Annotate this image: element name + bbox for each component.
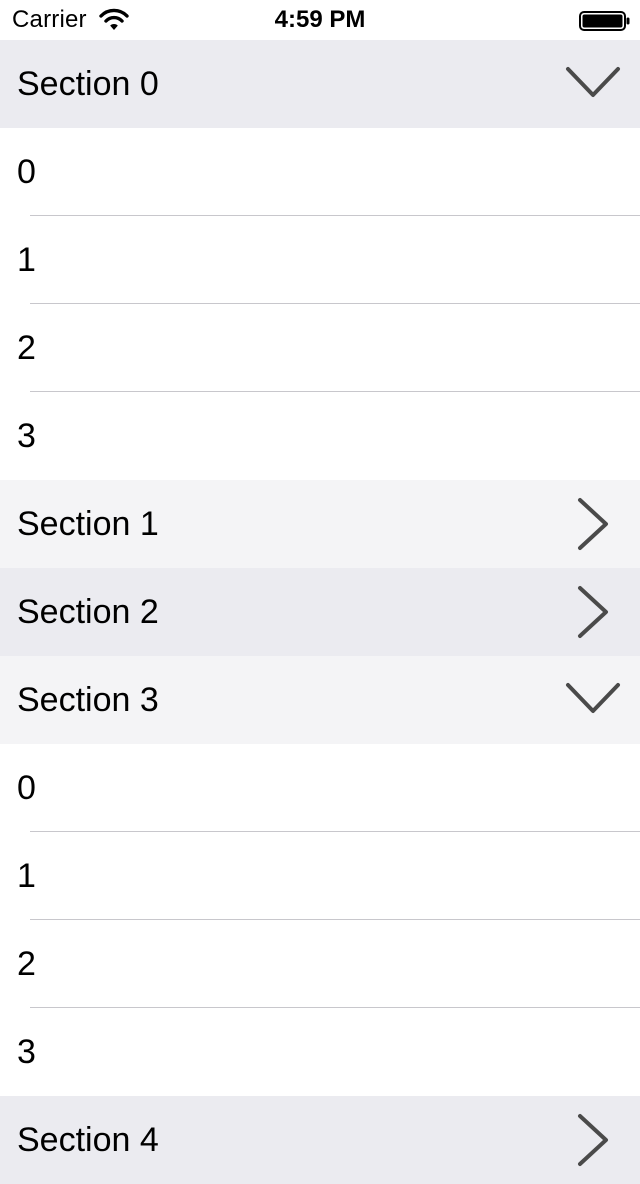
chevron-right-icon[interactable]	[573, 568, 613, 656]
row-label: 2	[17, 945, 36, 983]
row-label: 2	[17, 329, 36, 367]
chevron-right-icon[interactable]	[573, 1096, 613, 1184]
section-title: Section 2	[17, 593, 159, 631]
chevron-right-icon[interactable]	[573, 480, 613, 568]
section-title: Section 4	[17, 1121, 159, 1159]
section-title: Section 1	[17, 505, 159, 543]
list-item[interactable]: 0	[0, 744, 640, 832]
row-label: 0	[17, 153, 36, 191]
status-time: 4:59 PM	[274, 6, 366, 33]
section-header-0[interactable]: Section 0	[0, 40, 640, 128]
list-item[interactable]: 2	[0, 304, 640, 392]
list-item[interactable]: 2	[0, 920, 640, 1008]
row-label: 1	[17, 857, 36, 895]
row-label: 3	[17, 1033, 36, 1071]
list-item[interactable]: 1	[0, 216, 640, 304]
section-header-2[interactable]: Section 2	[0, 568, 640, 656]
list-item[interactable]: 1	[0, 832, 640, 920]
section-header-4[interactable]: Section 4	[0, 1096, 640, 1184]
list-item[interactable]: 3	[0, 392, 640, 480]
list-item[interactable]: 0	[0, 128, 640, 216]
row-label: 0	[17, 769, 36, 807]
chevron-down-icon[interactable]	[565, 40, 621, 128]
sections-table[interactable]: Section 0 0 1 2 3 Section 1 Section 2 Se…	[0, 40, 640, 1184]
section-header-1[interactable]: Section 1	[0, 480, 640, 568]
chevron-down-icon[interactable]	[565, 656, 621, 744]
section-title: Section 3	[17, 681, 159, 719]
battery-icon	[579, 11, 630, 31]
status-bar: Carrier 4:59 PM	[0, 0, 640, 40]
section-header-3[interactable]: Section 3	[0, 656, 640, 744]
section-title: Section 0	[17, 65, 159, 103]
row-label: 1	[17, 241, 36, 279]
list-item[interactable]: 3	[0, 1008, 640, 1096]
row-label: 3	[17, 417, 36, 455]
